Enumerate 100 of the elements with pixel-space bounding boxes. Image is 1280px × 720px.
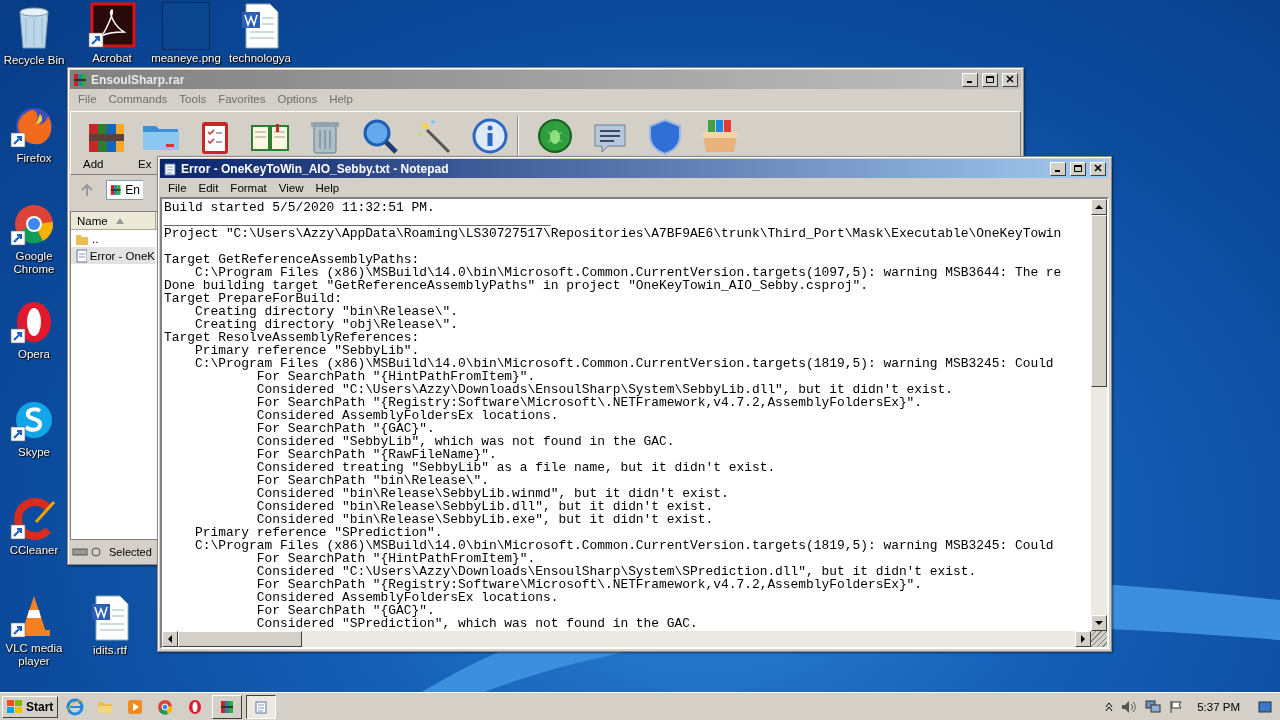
sort-arrow-icon [115,217,124,224]
desktop-icon-label[interactable]: Opera [18,348,50,361]
text-line: C:\Program Files (x86)\MSBuild\14.0\bin\Microsoft.Common.CurrentVersion.targets(1819,5): warning MSB3245: Could [193,539,1055,552]
archive-app-icon [73,72,87,87]
scroll-left-button[interactable] [162,631,178,647]
desktop-icon-label[interactable]: Acrobat [92,52,132,65]
close-icon [1093,164,1103,173]
text-line: For SearchPath "{Registry:Software\Microsoft\.NETFramework,v4.7.2,AssemblyFoldersEx}". [255,578,924,591]
caret-icon[interactable] [1105,701,1114,712]
text-line: Considered treating "SebbyLib" as a file name, but it didn't exist. [255,461,777,474]
toolbar-label[interactable]: Ex [132,158,152,171]
close-icon [1005,75,1015,84]
notepad-app-icon [254,699,269,714]
vertical-scrollbar[interactable] [1091,199,1107,631]
menu-item[interactable]: Options [271,92,324,105]
desktop-icon-label[interactable]: VLC media player [2,642,66,668]
desktop-icon-label[interactable]: Recycle Bin [3,54,65,67]
desktop-icon-label[interactable]: Skype [18,446,50,459]
text-line: For SearchPath "bin\Release\". [255,474,490,487]
desktop-icon-label[interactable]: Google Chrome [2,250,66,276]
text-line: __________________________________________________ [164,214,552,227]
file-name-cell[interactable]: .. [71,230,155,247]
up-triangle-icon [1095,203,1103,211]
desktop-icon-label[interactable]: meaneye.png [151,52,221,65]
text-line: Considered "bin\Release\SebbyLib.exe", but it didn't exist. [255,513,715,526]
text-line: Considered AssemblyFoldersEx locations. [255,591,559,604]
left-triangle-icon [166,635,174,643]
up-arrow-icon [80,183,94,197]
show-desktop-icon[interactable] [1258,699,1272,714]
text-line: Target PrepareForBuild: [164,292,342,305]
text-line: Considered "SPrediction", which was not found in the GAC. [255,617,699,630]
window-title: EnsoulSharp.rar [91,72,186,87]
column-header[interactable]: Name [71,212,156,229]
text-line: Primary reference "SPrediction". [193,526,443,539]
right-triangle-icon [1079,635,1087,643]
e-logo-icon [66,697,85,716]
scroll-right-button[interactable] [1075,631,1091,647]
maximize-button[interactable] [982,72,998,87]
tricolor-circle-icon [156,697,175,716]
address-field[interactable]: En [106,180,143,200]
taskbar-window-button[interactable] [246,694,277,719]
flag-icon[interactable] [1169,699,1184,714]
close-button[interactable] [1002,72,1018,87]
menu-item[interactable]: Format [224,181,273,194]
text-line: For SearchPath "{GAC}". [255,604,435,617]
menu-item[interactable]: Commands [102,92,174,105]
maximize-button[interactable] [1070,161,1086,176]
text-line: Primary reference "SebbyLib". [194,344,420,357]
maximize-icon [1073,164,1083,173]
menu-item[interactable]: File [162,181,193,194]
desktop-icon-label[interactable]: Firefox [16,152,52,165]
notepad-app-icon [163,161,177,176]
speaker-icon[interactable] [1121,699,1138,714]
desktop-icon-label[interactable]: technologya [229,52,291,65]
text-line: For SearchPath "{Registry:Software\Microsoft\.NETFramework,v4.7.2,AssemblyFoldersEx}". [255,396,924,409]
text-line: Done building target "GetReferenceAssemblyPaths" in project "OneKeyTowin_AIO_Sebby.csproj". [164,279,868,292]
text-line: Considered AssemblyFoldersEx locations. [255,409,559,422]
text-line: Considered "SebbyLib", which was not found in the GAC. [255,435,676,448]
desktop-icon-label[interactable]: idits.rtf [93,644,127,657]
text-line: Considered "C:\Users\Azzy\Downloads\EnsoulSharp\System\SebbyLib.dll", but it didn't exist. [255,383,955,396]
text-line: For SearchPath "{HintPathFromItem}". [256,552,536,565]
down-triangle-icon [1095,619,1103,627]
text-line: For SearchPath "{GAC}". [255,422,435,435]
status-text: Selected [109,546,152,558]
start-button[interactable]: Start [2,695,59,718]
text-line: Considered "C:\Users\Azzy\Downloads\EnsoulSharp\System\SPrediction.dll", but it didn't exist. [255,565,978,578]
toolbar-label[interactable]: Add [77,158,104,171]
text-line: Target GetReferenceAssemblyPaths: [164,253,420,266]
desktop-icon-label[interactable]: CCleaner [9,544,59,557]
menu-item[interactable]: Help [309,181,346,194]
document-icon [75,248,87,263]
text-line: C:\Program Files (x86)\MSBuild\14.0\bin\Microsoft.Common.CurrentVersion.targets(1097,5): warning MSB3644: The re [194,266,1063,279]
minimize-button[interactable] [962,72,978,87]
size-grip[interactable] [1091,631,1107,647]
close-button[interactable] [1090,161,1106,176]
scroll-up-button[interactable] [1091,199,1107,215]
scroll-thumb[interactable] [178,631,302,647]
play-icon [126,697,145,716]
menu-item[interactable]: Tools [173,92,213,105]
text-line: Considered "bin\Release\SebbyLib.dll", but it didn't exist. [255,500,715,513]
menu-item[interactable]: View [272,181,310,194]
menu-item[interactable]: Favorites [212,92,272,105]
text-line: Creating directory "obj\Release\". [193,318,459,331]
scroll-down-button[interactable] [1091,615,1107,631]
text-line: Build started 5/5/2020 11:32:51 PM. [164,201,436,214]
maximize-icon [985,75,995,84]
clock[interactable]: 5:37 PM [1197,700,1240,713]
four-squares-icon [7,699,23,714]
window-title: Error - OneKeyToWin_AIO_Sebby.txt - Notepad [181,161,450,176]
text-line: For SearchPath "{RawFileName}". [255,448,498,461]
scroll-thumb[interactable] [1091,215,1107,387]
text-line: Considered "bin\Release\SebbyLib.winmd", but it didn't exist. [255,487,730,500]
menu-item[interactable]: Edit [192,181,225,194]
minimize-button[interactable] [1050,161,1066,176]
text-line: Creating directory "bin\Release\". [194,305,459,318]
network-icon[interactable] [1145,699,1162,714]
text-line: C:\Program Files (x86)\MSBuild\14.0\bin\Microsoft.Common.CurrentVersion.targets(1819,5): warning MSB3245: Could [193,357,1055,370]
file-name-cell[interactable]: Error - OneK [71,247,155,264]
horizontal-scrollbar[interactable] [162,631,1107,647]
archive-app-icon [220,699,235,714]
